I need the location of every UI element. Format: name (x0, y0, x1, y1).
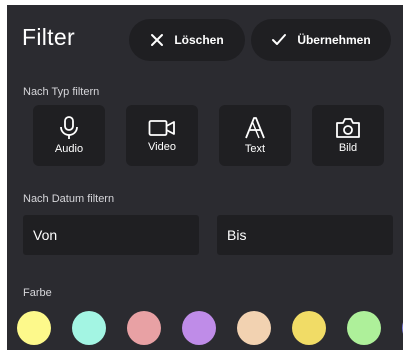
clear-button[interactable]: Löschen (129, 19, 245, 61)
apply-button-label: Übernehmen (297, 33, 371, 47)
color-swatch[interactable] (127, 311, 161, 345)
type-audio-button[interactable]: Audio (33, 105, 105, 166)
date-filter-heading: Nach Datum filtern (23, 193, 115, 205)
video-camera-icon (148, 120, 175, 136)
photo-camera-icon (336, 118, 360, 138)
type-text-button[interactable]: Text (219, 105, 291, 166)
apply-button[interactable]: Übernehmen (251, 19, 391, 61)
type-image-label: Bild (338, 142, 358, 154)
type-image-button[interactable]: Bild (312, 105, 384, 166)
color-swatch[interactable] (17, 311, 51, 345)
type-audio-label: Audio (54, 143, 84, 155)
color-swatch[interactable] (182, 311, 216, 345)
type-text-label: Text (244, 143, 266, 155)
color-swatch[interactable] (347, 311, 381, 345)
date-to-field[interactable]: Bis (217, 215, 393, 255)
color-filter-heading: Farbe (23, 287, 52, 299)
filter-panel: Filter Löschen Übernehmen Nach Typ filte… (7, 5, 403, 350)
color-swatch[interactable] (237, 311, 271, 345)
clear-button-label: Löschen (174, 33, 224, 47)
color-swatch[interactable] (72, 311, 106, 345)
checkmark-icon (272, 34, 287, 45)
microphone-icon (60, 116, 78, 139)
close-icon (151, 34, 164, 46)
type-video-label: Video (148, 141, 176, 153)
type-video-button[interactable]: Video (126, 105, 198, 166)
text-icon (245, 117, 265, 139)
date-from-field[interactable]: Von (23, 215, 199, 255)
type-filter-heading: Nach Typ filtern (23, 86, 100, 98)
page-title: Filter (22, 24, 75, 50)
color-swatch[interactable] (292, 311, 326, 345)
